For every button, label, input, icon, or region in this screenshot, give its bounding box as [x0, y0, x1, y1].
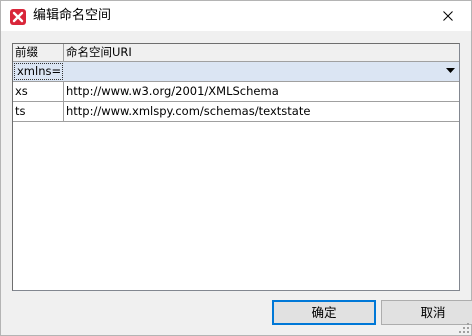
table-row[interactable]: xs http://www.w3.org/2001/XMLSchema	[13, 82, 459, 102]
edit-namespaces-dialog: 编辑命名空间 前缀 命名空间URI xmlns= xs http://www.w…	[0, 0, 472, 336]
title-bar[interactable]: 编辑命名空间	[1, 1, 471, 31]
prefix-cell[interactable]: xs	[13, 82, 64, 101]
column-header-prefix[interactable]: 前缀	[13, 44, 64, 61]
app-icon	[10, 9, 26, 25]
uri-cell[interactable]: http://www.w3.org/2001/XMLSchema	[64, 82, 459, 101]
ok-button[interactable]: 确定	[272, 300, 376, 325]
column-header-uri[interactable]: 命名空间URI	[64, 44, 459, 61]
dialog-title: 编辑命名空间	[33, 8, 112, 23]
prefix-cell-editor[interactable]: xmlns=	[14, 63, 63, 80]
grid-empty-area[interactable]	[13, 122, 459, 290]
dropdown-arrow-icon[interactable]	[446, 68, 455, 74]
close-icon	[443, 11, 453, 21]
close-button[interactable]	[425, 1, 471, 31]
prefix-cell[interactable]: ts	[13, 102, 64, 121]
cancel-button[interactable]: 取消	[381, 300, 472, 325]
uri-cell[interactable]	[64, 62, 459, 81]
table-row[interactable]: xmlns=	[13, 62, 459, 82]
namespace-grid[interactable]: 前缀 命名空间URI xmlns= xs http://www.w3.org/2…	[12, 43, 460, 291]
resize-grip-icon[interactable]	[459, 323, 469, 333]
table-row[interactable]: ts http://www.xmlspy.com/schemas/textsta…	[13, 102, 459, 122]
uri-cell[interactable]: http://www.xmlspy.com/schemas/textstate	[64, 102, 459, 121]
grid-header: 前缀 命名空间URI	[13, 44, 459, 62]
